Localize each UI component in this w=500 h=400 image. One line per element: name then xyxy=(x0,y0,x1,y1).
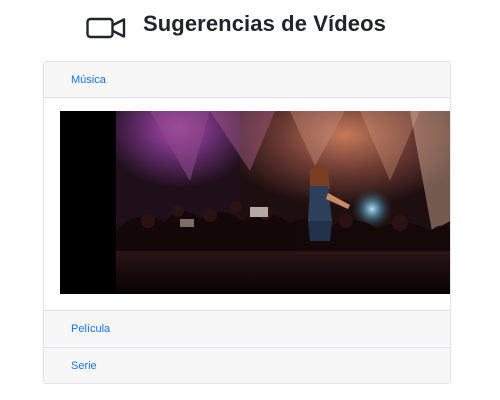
accordion-panel-musica xyxy=(44,99,450,310)
page: Sugerencias de Vídeos Música Película Se… xyxy=(0,0,500,400)
page-header: Sugerencias de Vídeos xyxy=(0,0,500,52)
accordion-label: Serie xyxy=(71,360,97,372)
accordion-label: Música xyxy=(71,74,106,86)
video-camera-icon xyxy=(86,17,126,39)
video-accordion: Música Película Serie xyxy=(43,61,451,384)
accordion-label: Película xyxy=(71,323,111,335)
video-player[interactable] xyxy=(60,111,450,294)
accordion-header-pelicula[interactable]: Película xyxy=(44,310,450,346)
accordion-header-musica[interactable]: Música xyxy=(44,62,450,98)
accordion-header-serie[interactable]: Serie xyxy=(44,347,450,383)
video-frame xyxy=(60,111,450,294)
page-title: Sugerencias de Vídeos xyxy=(143,11,386,36)
